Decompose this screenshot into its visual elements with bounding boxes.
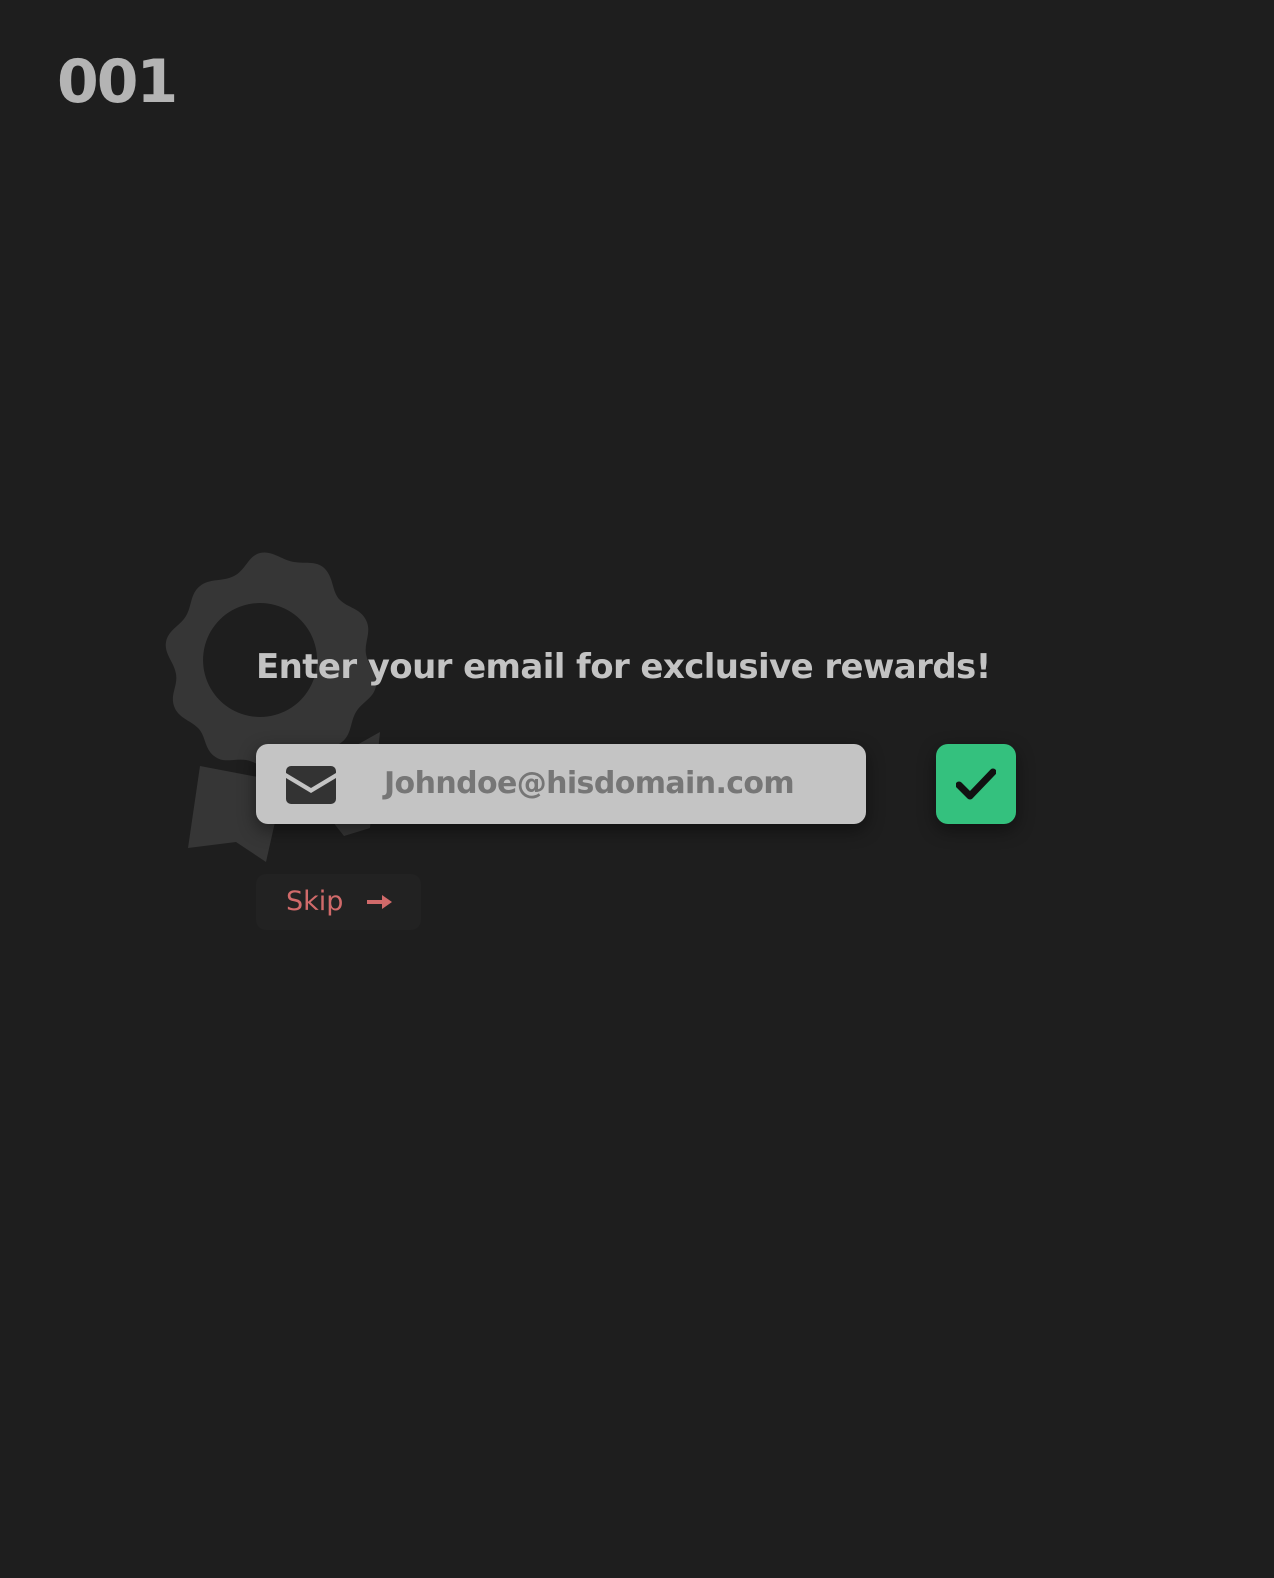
submit-button[interactable] <box>936 744 1016 824</box>
email-field[interactable]: Johndoe@hisdomain.com <box>256 744 866 824</box>
email-value: Johndoe@hisdomain.com <box>384 766 795 801</box>
page-number: 001 <box>57 47 178 117</box>
envelope-icon <box>286 766 336 804</box>
skip-button[interactable]: Skip <box>256 874 421 930</box>
signup-heading: Enter your email for exclusive rewards! <box>256 647 991 687</box>
skip-label: Skip <box>286 886 344 917</box>
arrow-right-icon <box>367 895 392 909</box>
checkmark-icon <box>956 768 996 800</box>
